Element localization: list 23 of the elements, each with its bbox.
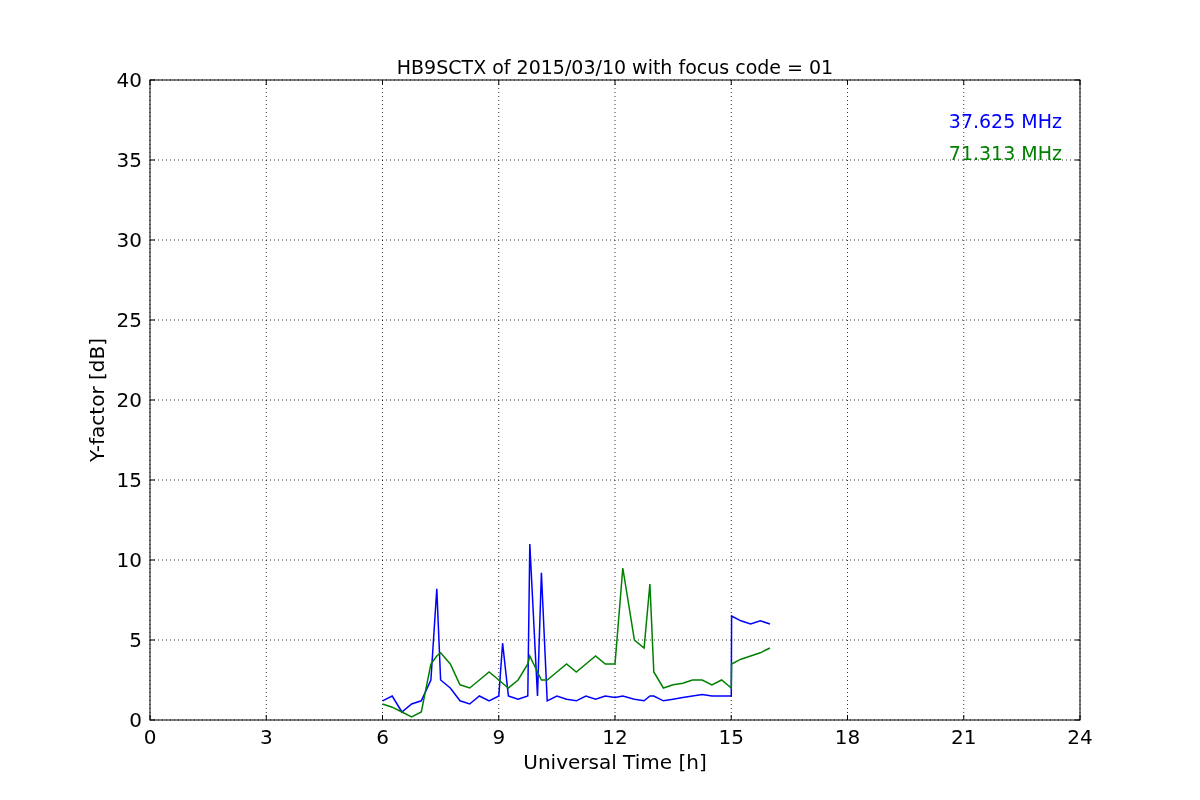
legend-label: 37.625 MHz [948,110,1062,132]
tick-label: 5 [129,628,142,652]
tick-label: 18 [834,725,861,749]
tick-label: 15 [718,725,744,749]
tick-label: 20 [116,388,142,412]
legend-label: 71.313 MHz [948,142,1062,164]
tick-label: 6 [376,725,389,749]
tick-label: 35 [116,148,142,172]
tick-label: 24 [1067,725,1093,749]
tick-label: 9 [492,725,506,749]
tick-label: 40 [116,68,142,92]
tick-label: 10 [116,548,142,572]
axis-title: Universal Time [h] [523,750,707,774]
tick-label: 12 [602,725,628,749]
tick-label: 25 [116,308,142,332]
axis-title: Y-factor [dB] [85,338,109,462]
tick-label: 0 [143,725,157,749]
tick-label: 30 [116,228,142,252]
tick-label: 3 [259,725,273,749]
tick-label: 21 [951,725,977,749]
chart-title: HB9SCTX of 2015/03/10 with focus code = 01 [396,56,834,78]
tick-label: 15 [116,468,142,492]
tick-label: 0 [129,708,142,732]
